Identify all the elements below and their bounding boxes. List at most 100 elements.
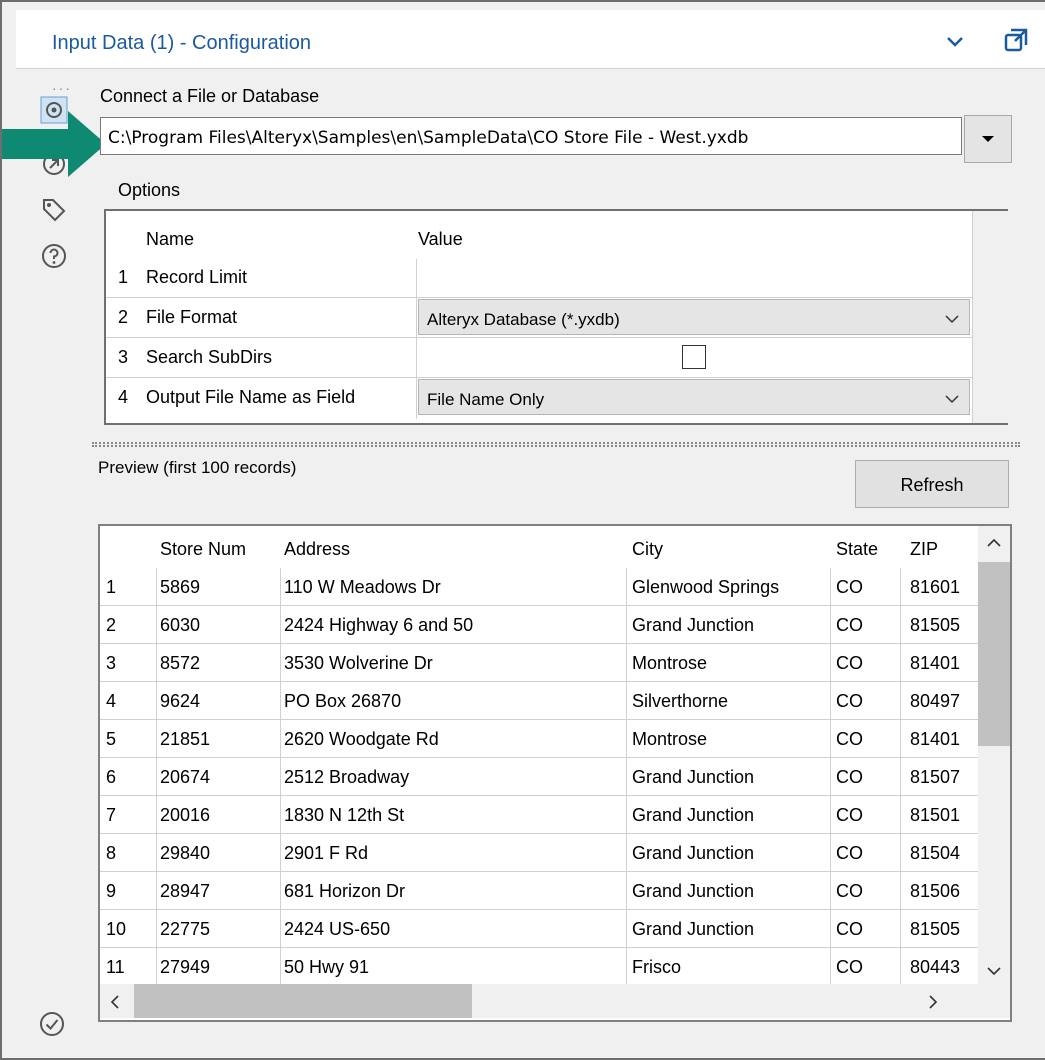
table-cell: CO: [836, 653, 863, 673]
table-cell: 81401: [910, 729, 961, 749]
window-title: Input Data (1) - Configuration: [52, 32, 312, 54]
scroll-left-icon[interactable]: [110, 995, 120, 1009]
refresh-button[interactable]: Refresh: [855, 460, 1009, 508]
chevron-down-icon[interactable]: [942, 28, 968, 54]
option-row-number: 3: [118, 347, 129, 367]
column-divider: [626, 568, 627, 986]
option-name: Record Limit: [146, 267, 248, 287]
panel-splitter[interactable]: [92, 442, 1020, 447]
undock-icon[interactable]: [1002, 26, 1030, 54]
column-divider: [280, 568, 281, 986]
table-cell: CO: [836, 957, 863, 977]
table-cell: 29840: [160, 843, 211, 863]
row-divider: [106, 377, 972, 378]
table-cell: 110 W Meadows Dr: [284, 577, 441, 597]
table-cell: CO: [836, 919, 863, 939]
table-cell: 8572: [160, 653, 201, 673]
option-name: Search SubDirs: [146, 347, 273, 367]
table-cell: 2424 Highway 6 and 50: [284, 615, 474, 635]
horizontal-scroll-thumb[interactable]: [134, 984, 472, 1018]
scroll-down-icon[interactable]: [987, 966, 1001, 976]
table-cell: 50 Hwy 91: [284, 957, 370, 977]
column-header[interactable]: [106, 530, 156, 568]
column-header[interactable]: ZIP: [910, 530, 976, 568]
table-header-row: Store Num Address City State ZIP: [100, 530, 980, 568]
table-row[interactable]: 7 20016 1830 N 12th St Grand Junction CO 8150…: [100, 796, 980, 834]
table-row[interactable]: 11 27949 50 Hwy 91 Frisco CO 80443: [100, 948, 980, 986]
table-row[interactable]: 2 6030 2424 Highway 6 and 50 Grand Junction…: [100, 606, 980, 644]
horizontal-scrollbar[interactable]: [100, 984, 980, 1018]
tag-icon[interactable]: [40, 196, 68, 224]
column-header[interactable]: City: [632, 530, 832, 568]
row-number: 2: [106, 615, 117, 635]
dropdown-arrow-icon: [982, 136, 994, 142]
table-cell: 28947: [160, 881, 211, 901]
option-name: Output File Name as Field: [146, 387, 356, 407]
table-row[interactable]: 6 20674 2512 Broadway Grand Junction CO 81507: [100, 758, 980, 796]
scroll-up-icon[interactable]: [987, 538, 1001, 548]
table-cell: 81601: [910, 577, 961, 597]
column-divider: [830, 568, 831, 986]
column-header[interactable]: State: [836, 530, 906, 568]
table-row[interactable]: 10 22775 2424 US-650 Grand Junction CO 81505: [100, 910, 980, 948]
table-cell: 3530 Wolverine Dr: [284, 653, 433, 673]
row-number: 1: [106, 577, 117, 597]
table-cell: 9624: [160, 691, 201, 711]
output-file-name-value: File Name Only: [427, 390, 545, 409]
table-row[interactable]: 8 29840 2901 F Rd Grand Junction CO 81504: [100, 834, 980, 872]
column-divider: [416, 259, 417, 419]
search-subdirs-checkbox[interactable]: [682, 345, 706, 369]
table-cell: 5869: [160, 577, 201, 597]
table-row[interactable]: 5 21851 2620 Woodgate Rd Montrose CO 81401: [100, 720, 980, 758]
table-row[interactable]: 3 8572 3530 Wolverine Dr Montrose CO 81401: [100, 644, 980, 682]
more-dots-icon[interactable]: ···: [52, 80, 72, 96]
row-number: 11: [106, 957, 125, 977]
table-cell: 81505: [910, 615, 961, 635]
option-row-number: 2: [118, 307, 129, 327]
vertical-scroll-thumb[interactable]: [978, 562, 1010, 746]
row-number: 6: [106, 767, 117, 787]
scroll-right-icon[interactable]: [928, 995, 938, 1009]
file-path-dropdown-button[interactable]: [964, 115, 1012, 163]
scroll-corner: [978, 984, 1010, 1018]
table-cell: 81501: [910, 805, 961, 825]
table-cell: Grand Junction: [632, 805, 755, 825]
table-cell: 81506: [910, 881, 961, 901]
table-cell: CO: [836, 691, 863, 711]
table-cell: Montrose: [632, 729, 708, 749]
options-grid: Name Value 1 Record Limit 2 File Format …: [104, 209, 1008, 425]
option-row-search-subdirs: 3 Search SubDirs: [106, 339, 972, 377]
table-cell: Grand Junction: [632, 615, 755, 635]
table-cell: Grand Junction: [632, 767, 755, 787]
output-file-name-select[interactable]: File Name Only: [418, 379, 970, 415]
table-cell: 681 Horizon Dr: [284, 881, 406, 901]
table-cell: 20674: [160, 767, 211, 787]
file-format-select[interactable]: Alteryx Database (*.yxdb): [418, 299, 970, 335]
table-cell: 22775: [160, 919, 211, 939]
table-cell: 2620 Woodgate Rd: [284, 729, 439, 749]
column-header[interactable]: Address: [284, 530, 624, 568]
chevron-down-icon: [945, 395, 959, 404]
help-icon[interactable]: [40, 242, 68, 270]
table-cell: Silverthorne: [632, 691, 729, 711]
table-row[interactable]: 9 28947 681 Horizon Dr Grand Junction CO 8150…: [100, 872, 980, 910]
row-number: 9: [106, 881, 117, 901]
options-header-value: Value: [418, 229, 463, 249]
table-cell: 2901 F Rd: [284, 843, 369, 863]
table-cell: 81505: [910, 919, 961, 939]
table-cell: 6030: [160, 615, 201, 635]
record-limit-input[interactable]: [418, 259, 970, 295]
file-path-input[interactable]: C:\Program Files\Alteryx\Samples\en\Samp…: [100, 117, 962, 155]
chevron-down-icon: [945, 315, 959, 324]
table-row[interactable]: 4 9624 PO Box 26870 Silverthorne CO 80497: [100, 682, 980, 720]
option-row-number: 1: [118, 267, 129, 287]
table-cell: CO: [836, 881, 863, 901]
option-row-number: 4: [118, 387, 129, 407]
checkmark-circle-icon: [40, 1012, 64, 1036]
vertical-scrollbar[interactable]: [978, 526, 1010, 984]
column-header[interactable]: Store Num: [160, 530, 280, 568]
table-cell: Montrose: [632, 653, 708, 673]
table-row[interactable]: 1 5869 110 W Meadows Dr Glenwood Springs CO 8…: [100, 568, 980, 606]
table-cell: CO: [836, 729, 863, 749]
table-cell: PO Box 26870: [284, 691, 402, 711]
